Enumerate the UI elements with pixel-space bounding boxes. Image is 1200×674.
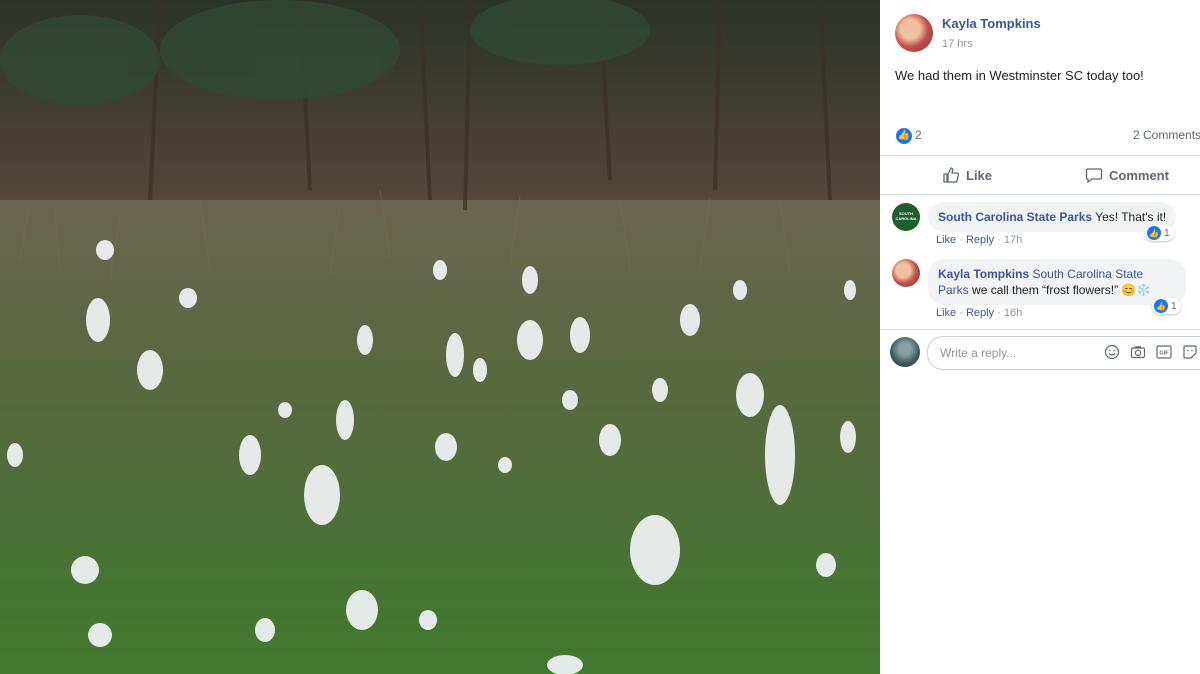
commenter-avatar[interactable]: SOUTH CAROLINA (892, 203, 920, 231)
comment-like-link[interactable]: Like (936, 307, 956, 319)
reply-input[interactable]: Write a reply... GIF (927, 336, 1200, 370)
camera-icon[interactable] (1130, 344, 1146, 360)
comment-reply-link[interactable]: Reply (966, 307, 994, 319)
comment-reactions[interactable]: 👍 1 (1152, 298, 1181, 314)
comment-button[interactable]: Comment (1085, 166, 1169, 184)
post-author-avatar[interactable] (895, 14, 933, 52)
comment-text: we call them “frost flowers!” 😊❄️ (972, 283, 1152, 297)
comment-time[interactable]: 17h (1004, 234, 1022, 246)
comment-button-label: Comment (1109, 167, 1169, 183)
post-timestamp[interactable]: 17 hrs (942, 38, 973, 50)
divider (880, 155, 1200, 156)
like-button[interactable]: Like (942, 166, 992, 184)
comments-count[interactable]: 2 Comments (1133, 128, 1200, 142)
comment-icon (1085, 168, 1103, 184)
post-text: We had them in Westminster SC today too! (895, 68, 1144, 83)
like-reaction-icon: 👍 (1154, 299, 1168, 313)
comment-author[interactable]: Kayla Tompkins (938, 267, 1029, 281)
reply-placeholder: Write a reply... (940, 346, 1017, 360)
divider (880, 194, 1200, 195)
reply-icons: GIF (1104, 344, 1198, 360)
post-author-name[interactable]: Kayla Tompkins (942, 16, 1041, 31)
frost-flowers-photo (0, 0, 880, 674)
like-reaction-icon: 👍 (1147, 226, 1161, 240)
post-photo[interactable] (0, 0, 880, 674)
commenter-avatar[interactable] (892, 259, 920, 287)
reactions-count[interactable]: 2 (915, 128, 922, 142)
comment-text: Yes! That's it! (1095, 210, 1167, 224)
post-panel: Kayla Tompkins 17 hrs We had them in Wes… (880, 0, 1200, 674)
comment-reactions[interactable]: 👍 1 (1145, 225, 1174, 241)
sticker-icon[interactable] (1182, 344, 1198, 360)
comment-author[interactable]: South Carolina State Parks (938, 210, 1092, 224)
comment-like-link[interactable]: Like (936, 234, 956, 246)
thumbs-up-icon (943, 167, 960, 183)
comment-reaction-count: 1 (1164, 227, 1170, 239)
like-button-label: Like (966, 167, 993, 183)
gif-icon[interactable]: GIF (1156, 344, 1172, 360)
comment-actions: Like · Reply · 17h (936, 234, 1023, 246)
svg-text:GIF: GIF (1159, 351, 1169, 357)
like-reaction-icon[interactable]: 👍 (895, 127, 913, 145)
comment-bubble: Kayla Tompkins South Carolina State Park… (928, 259, 1186, 305)
emoji-icon[interactable] (1104, 344, 1120, 360)
comment-reply-link[interactable]: Reply (966, 234, 994, 246)
comment-actions: Like · Reply · 16h (936, 307, 1023, 319)
comment-reaction-count: 1 (1171, 300, 1177, 312)
divider (880, 329, 1200, 330)
comment-time[interactable]: 16h (1004, 307, 1022, 319)
comment-bubble: South Carolina State Parks Yes! That's i… (928, 202, 1177, 232)
current-user-avatar[interactable] (890, 337, 920, 367)
